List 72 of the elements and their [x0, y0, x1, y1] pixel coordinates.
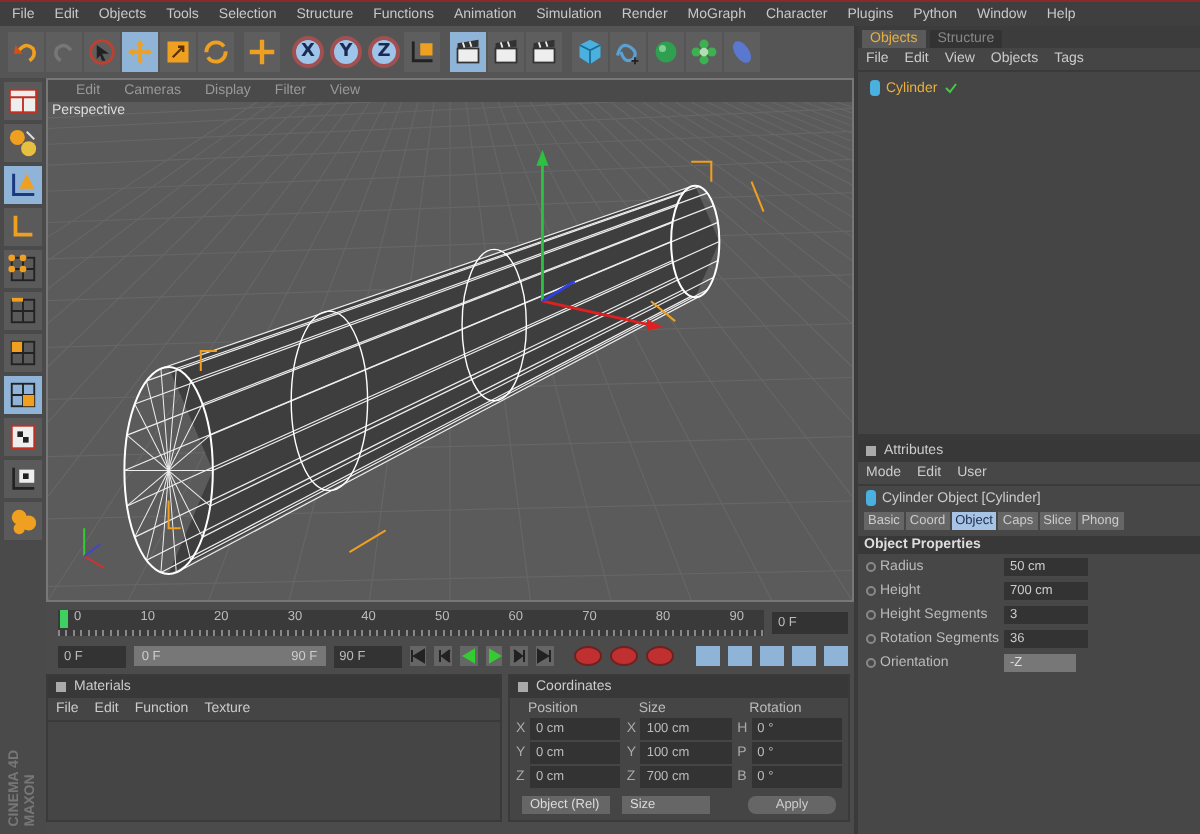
- key-button[interactable]: [759, 646, 784, 666]
- axis-lock-button[interactable]: Y: [330, 36, 362, 68]
- option-dot-icon: [866, 585, 876, 595]
- plus-icon: [248, 38, 276, 66]
- axis-indicator-drawing: [83, 527, 106, 570]
- transport-button[interactable]: [459, 646, 478, 666]
- mode-button[interactable]: [4, 376, 42, 414]
- axis-lock-button[interactable]: Z: [368, 36, 400, 68]
- mode-button[interactable]: [4, 250, 42, 288]
- clapperboard-icon: [492, 38, 520, 66]
- mode-button[interactable]: [4, 418, 42, 456]
- edges-grid-icon: [8, 296, 38, 326]
- oval-icon: [728, 38, 756, 66]
- play-icon: [485, 648, 502, 664]
- window-layout-icon: [8, 86, 38, 116]
- playhead: [60, 609, 68, 627]
- panel-handle-icon: [56, 682, 66, 692]
- mode-button[interactable]: [4, 460, 42, 498]
- play-back-icon: [460, 648, 477, 664]
- cylinder-icon: [866, 490, 876, 506]
- toolbar-button[interactable]: [404, 32, 440, 72]
- toolbar-button[interactable]: [526, 32, 562, 72]
- cylinder-icon: [870, 80, 880, 96]
- option-dot-icon: [866, 633, 876, 643]
- transport-button[interactable]: [434, 646, 452, 666]
- toolbar-button[interactable]: [160, 32, 196, 72]
- rotate-icon: [202, 38, 230, 66]
- mode-button[interactable]: [4, 292, 42, 330]
- skip-end-icon: [536, 648, 553, 664]
- sphere-icon: [652, 38, 680, 66]
- key-button[interactable]: [791, 646, 816, 666]
- key-button[interactable]: [823, 646, 848, 666]
- cursor-icon: [88, 38, 116, 66]
- cube-icon: [576, 38, 604, 66]
- axis-lock-button[interactable]: X: [292, 36, 324, 68]
- move-icon: [126, 38, 154, 66]
- key-button[interactable]: [727, 646, 752, 666]
- blob-icon: [8, 506, 38, 536]
- mode-button[interactable]: [4, 334, 42, 372]
- uv-grid-icon: [8, 380, 38, 410]
- axes-cube-icon: [408, 38, 436, 66]
- transport-button[interactable]: [536, 646, 554, 666]
- axes-checker-icon: [8, 464, 38, 494]
- transport-button[interactable]: [485, 646, 503, 666]
- checker-icon: [8, 422, 38, 452]
- option-dot-icon: [866, 609, 876, 619]
- key-button[interactable]: [695, 646, 720, 666]
- redo-icon: [50, 38, 78, 66]
- toolbar-button[interactable]: [488, 32, 524, 72]
- clapperboard-icon: [454, 38, 482, 66]
- clapperboard-icon: [530, 38, 558, 66]
- panel-handle-icon: [866, 446, 876, 456]
- toolbar-button[interactable]: [450, 32, 486, 72]
- step-back-icon: [435, 648, 452, 664]
- spheres-icon: [8, 128, 38, 158]
- spline-icon: [614, 38, 642, 66]
- option-dot-icon: [866, 657, 876, 667]
- undo-icon: [12, 38, 40, 66]
- points-grid-icon: [8, 254, 38, 284]
- scale-icon: [164, 38, 192, 66]
- axes-icon: [8, 212, 38, 242]
- panel-handle-icon: [518, 682, 528, 692]
- flower-icon: [690, 38, 718, 66]
- axes-cone-icon: [8, 170, 38, 200]
- option-dot-icon: [866, 561, 876, 571]
- skip-start-icon: [409, 648, 426, 664]
- step-forward-icon: [511, 648, 528, 664]
- mode-button[interactable]: [4, 82, 42, 120]
- polygon-grid-icon: [8, 338, 38, 368]
- checkmark-icon: [943, 82, 958, 94]
- transport-button[interactable]: [510, 646, 529, 666]
- transport-button[interactable]: [409, 646, 427, 666]
